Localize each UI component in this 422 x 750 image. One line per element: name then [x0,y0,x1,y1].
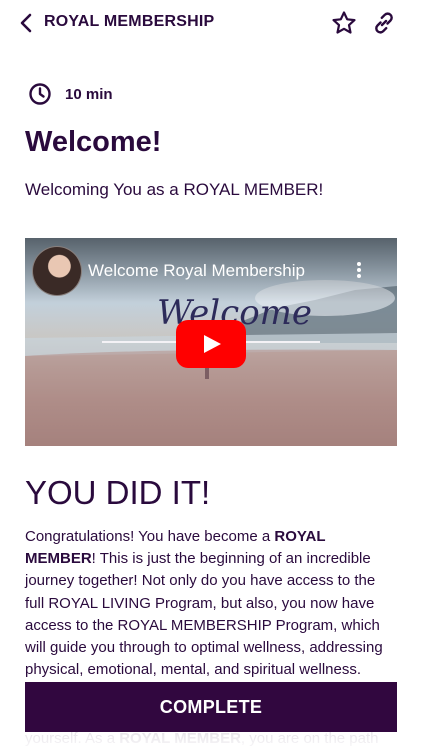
paragraph-text: yourself. As a [25,730,120,747]
paragraph-emphasis: ROYAL MEMBER [119,730,241,747]
paragraph-text: Congratulations! You have become a [25,528,275,545]
page-subtitle: Welcoming You as a ROYAL MEMBER! [25,180,324,199]
clock-icon [29,83,51,105]
lesson-duration: 10 min [28,82,113,106]
channel-avatar[interactable] [32,246,82,296]
back-arrow-icon[interactable] [14,10,40,36]
paragraph-text: ! This is just the beginning of an incre… [25,550,383,679]
video-player[interactable]: Welcome Royal Membership Welcome [25,238,397,446]
complete-button[interactable]: COMPLETE [25,682,397,732]
body-paragraph: Congratulations! You have become a ROYAL… [25,526,397,681]
link-icon[interactable] [371,10,397,36]
star-icon[interactable] [331,10,357,36]
paragraph-text: , you are on the path [240,730,379,747]
video-title[interactable]: Welcome Royal Membership [88,261,305,281]
duration-text: 10 min [65,85,113,103]
more-vertical-icon[interactable] [351,258,367,282]
section-heading: YOU DID IT! [25,474,211,511]
top-bar: ROYAL MEMBERSHIP [0,0,422,46]
play-icon[interactable] [176,320,246,368]
page-title: Welcome! [25,126,162,158]
header-title: ROYAL MEMBERSHIP [44,13,215,30]
